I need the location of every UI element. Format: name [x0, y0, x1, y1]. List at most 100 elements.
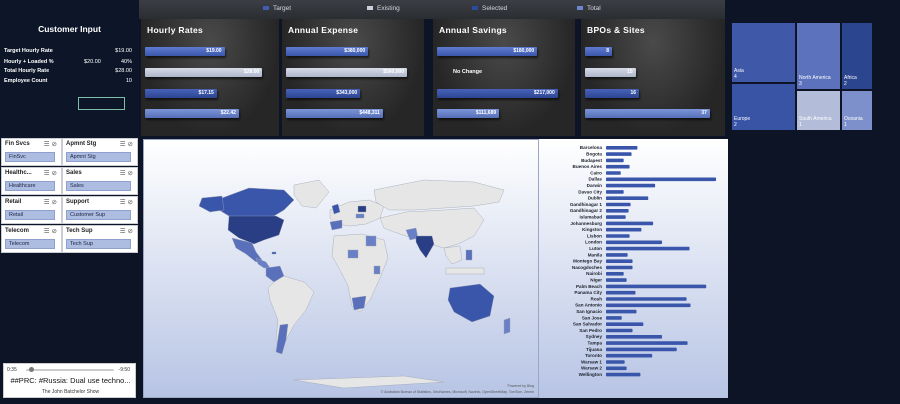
- legend-item[interactable]: Existing: [367, 5, 400, 12]
- slicer-item[interactable]: FinSvc: [5, 152, 55, 162]
- site-bar[interactable]: [606, 177, 717, 182]
- site-bar[interactable]: [606, 341, 688, 345]
- site-bar[interactable]: [606, 316, 622, 320]
- kpi-bar-selected[interactable]: $17.15: [145, 89, 217, 98]
- multi-select-icon[interactable]: ☰: [120, 199, 128, 206]
- site-bar[interactable]: [606, 183, 656, 188]
- kpi-bar-existing[interactable]: 15: [585, 68, 636, 77]
- site-bar[interactable]: [606, 297, 687, 301]
- site-bar[interactable]: [606, 215, 626, 219]
- treemap-cell[interactable]: Africa 2: [841, 22, 873, 90]
- selected-input-cell[interactable]: [78, 97, 125, 110]
- clear-filter-icon[interactable]: ⊘: [52, 228, 59, 235]
- clear-filter-icon[interactable]: ⊘: [52, 141, 59, 148]
- kpi-bar-selected[interactable]: 16: [585, 89, 640, 98]
- clear-filter-icon[interactable]: ⊘: [52, 170, 59, 177]
- kpi-bar-selected[interactable]: $343,000: [286, 89, 361, 98]
- multi-select-icon[interactable]: ☰: [120, 170, 128, 177]
- slicer-item[interactable]: Apmnt Stg: [66, 152, 131, 162]
- customer-input-value[interactable]: 10: [126, 78, 132, 84]
- legend-item[interactable]: Target: [263, 5, 291, 12]
- media-player[interactable]: 0:35 -9:50 ##PRC: #Russia: Dual use tech…: [3, 363, 136, 398]
- kpi-bar-total[interactable]: 37: [585, 109, 710, 118]
- multi-select-icon[interactable]: ☰: [44, 170, 52, 177]
- site-bar[interactable]: [606, 146, 638, 150]
- clear-filter-icon[interactable]: ⊘: [128, 141, 135, 148]
- site-bar[interactable]: [606, 259, 633, 263]
- treemap-cell[interactable]: Europe 2: [731, 83, 796, 131]
- media-progress-thumb[interactable]: [29, 367, 35, 372]
- media-progress-track[interactable]: [26, 367, 114, 372]
- site-bar[interactable]: [606, 278, 627, 282]
- site-bar[interactable]: [606, 152, 632, 156]
- multi-select-icon[interactable]: ☰: [44, 141, 52, 148]
- site-bar[interactable]: [606, 196, 649, 200]
- site-bar[interactable]: [606, 171, 621, 175]
- site-bar[interactable]: [606, 290, 636, 295]
- customer-input-value[interactable]: $28.00: [115, 68, 132, 74]
- site-bar[interactable]: [606, 353, 653, 358]
- site-bar[interactable]: [606, 265, 633, 270]
- site-bar[interactable]: [606, 246, 690, 251]
- site-bar[interactable]: [606, 190, 624, 194]
- slicer-item[interactable]: Tech Sup: [66, 239, 131, 249]
- legend-item[interactable]: Total: [577, 5, 601, 12]
- site-bar[interactable]: [606, 202, 631, 207]
- treemap-cell[interactable]: South America 1: [796, 90, 841, 131]
- legend-item[interactable]: Selected: [472, 5, 507, 12]
- kpi-bar-existing[interactable]: $560,000: [286, 68, 408, 77]
- site-bar[interactable]: [606, 309, 637, 314]
- clear-filter-icon[interactable]: ⊘: [128, 199, 135, 206]
- site-bar[interactable]: [606, 272, 624, 276]
- kpi-bar-total[interactable]: $448,311: [286, 109, 383, 118]
- site-bar[interactable]: [606, 209, 629, 213]
- site-bar[interactable]: [606, 221, 654, 226]
- slicer-item[interactable]: Healthcare: [5, 181, 55, 191]
- site-label: Dublin: [588, 196, 602, 201]
- slicer-item[interactable]: Sales: [66, 181, 131, 191]
- clear-filter-icon[interactable]: ⊘: [128, 228, 135, 235]
- kpi-bar-target[interactable]: $19.00: [145, 47, 225, 56]
- slicer-item[interactable]: Retail: [5, 210, 55, 220]
- slicer-item[interactable]: Telecom: [5, 239, 55, 249]
- customer-input-label: Total Hourly Rate: [4, 68, 50, 74]
- site-bar[interactable]: [606, 284, 707, 289]
- kpi-bar-target[interactable]: 8: [585, 47, 612, 56]
- media-elapsed: 0:35: [7, 367, 17, 373]
- site-bar[interactable]: [606, 328, 633, 333]
- site-bar[interactable]: [606, 158, 624, 163]
- clear-filter-icon[interactable]: ⊘: [128, 170, 135, 177]
- kpi-bar-total[interactable]: $111,689: [437, 109, 500, 118]
- multi-select-icon[interactable]: ☰: [120, 141, 128, 148]
- treemap-cell[interactable]: Oceania 1: [841, 90, 873, 131]
- kpi-bar-selected[interactable]: $217,000: [437, 89, 558, 98]
- slicer-item[interactable]: Customer Sup: [66, 210, 131, 220]
- multi-select-icon[interactable]: ☰: [44, 228, 52, 235]
- map-south-africa: [351, 295, 367, 311]
- world-map[interactable]: Powered by Bing © Australian Bureau of S…: [143, 139, 539, 398]
- customer-input-value[interactable]: $19.00: [115, 48, 132, 54]
- multi-select-icon[interactable]: ☰: [44, 199, 52, 206]
- treemap-cell[interactable]: Asia 4: [731, 22, 796, 83]
- site-bar[interactable]: [606, 227, 642, 232]
- site-bar[interactable]: [606, 234, 630, 238]
- kpi-bar-existing[interactable]: $28.00: [145, 68, 263, 77]
- site-bar[interactable]: [606, 347, 677, 352]
- kpi-bar-target[interactable]: $380,000: [286, 47, 369, 56]
- site-bar[interactable]: [606, 253, 628, 257]
- kpi-panel-title: Hourly Rates: [147, 25, 204, 35]
- site-bar[interactable]: [606, 164, 630, 169]
- clear-filter-icon[interactable]: ⊘: [52, 199, 59, 206]
- site-bar[interactable]: [606, 372, 641, 377]
- site-bar[interactable]: [606, 240, 663, 245]
- customer-input-value[interactable]: 40%: [121, 59, 132, 65]
- site-bar[interactable]: [606, 366, 627, 371]
- site-bar[interactable]: [606, 303, 691, 308]
- site-bar[interactable]: [606, 360, 625, 364]
- site-bar[interactable]: [606, 322, 644, 326]
- kpi-bar-total[interactable]: $22.42: [145, 109, 239, 118]
- kpi-bar-target[interactable]: $180,000: [437, 47, 538, 56]
- site-bar[interactable]: [606, 335, 663, 339]
- multi-select-icon[interactable]: ☰: [120, 228, 128, 235]
- treemap-cell[interactable]: North America 3: [796, 22, 841, 90]
